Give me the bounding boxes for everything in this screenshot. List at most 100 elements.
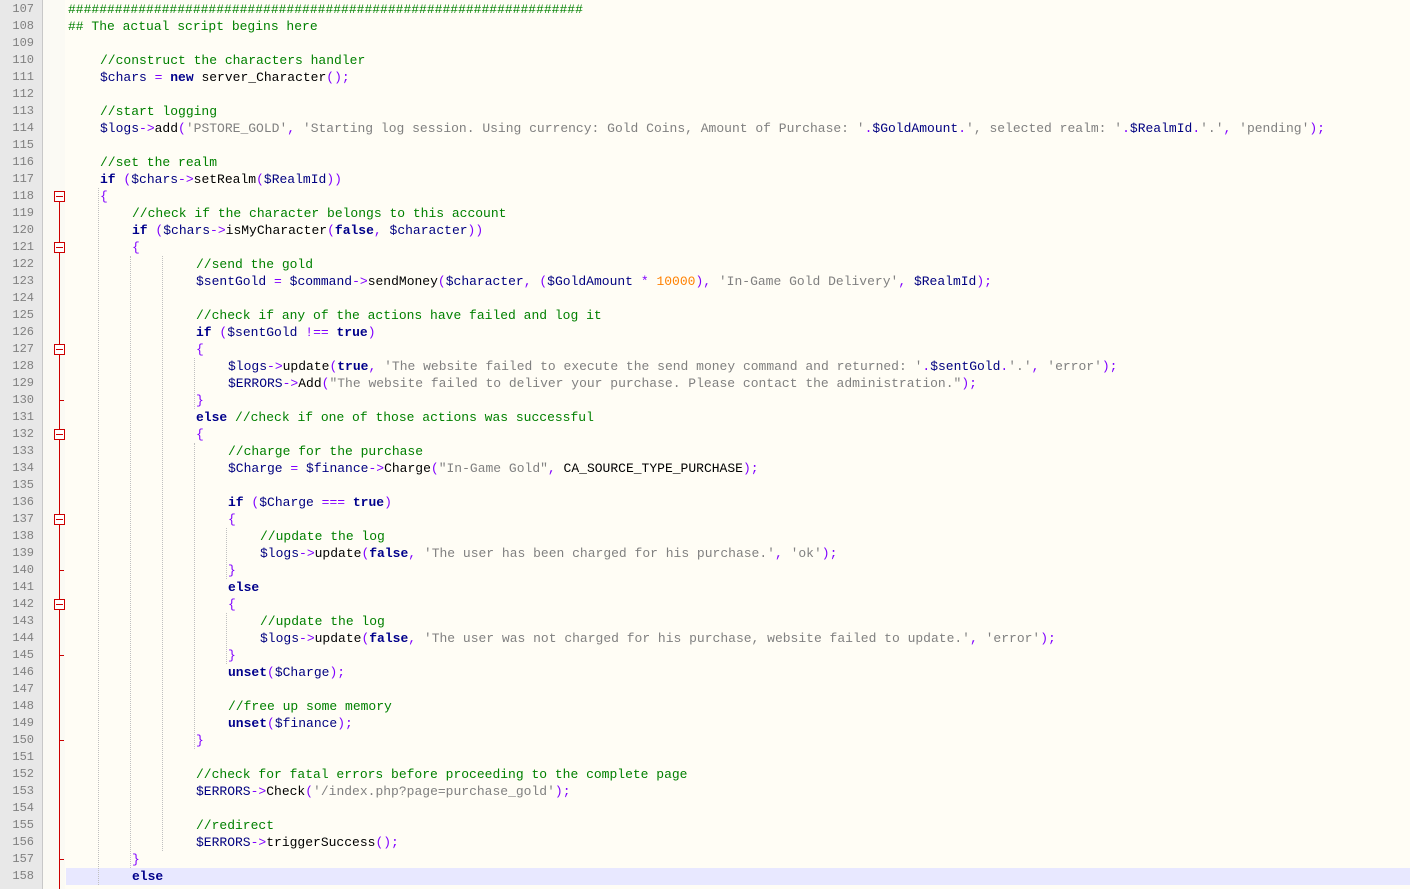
- code-line[interactable]: 150}: [0, 732, 1410, 749]
- code-line[interactable]: 157}: [0, 851, 1410, 868]
- code-line[interactable]: 145}: [0, 647, 1410, 664]
- line-number: 120: [12, 223, 34, 237]
- code-line[interactable]: 133 //charge for the purchase: [0, 443, 1410, 460]
- code-line[interactable]: 147: [0, 681, 1410, 698]
- code-line[interactable]: 146 unset($Charge);: [0, 664, 1410, 681]
- line-number: 134: [12, 461, 34, 475]
- code-line[interactable]: 129 $ERRORS->Add("The website failed to d…: [0, 375, 1410, 392]
- code-line[interactable]: 131 else //check if one of those actions …: [0, 409, 1410, 426]
- keyword-token: else: [228, 580, 260, 595]
- code-line[interactable]: 155 //redirect: [0, 817, 1410, 834]
- code-line[interactable]: 113 //start logging: [0, 103, 1410, 120]
- fold-collapse-icon[interactable]: [54, 429, 65, 440]
- code-line[interactable]: 139 $logs->update(false, 'The user has be…: [0, 545, 1410, 562]
- operator-token: {: [100, 189, 108, 204]
- keyword-token: false: [369, 631, 409, 646]
- code-line[interactable]: 124: [0, 290, 1410, 307]
- code-line[interactable]: 126 if ($sentGold !== true): [0, 324, 1410, 341]
- line-number: 111: [12, 70, 34, 84]
- line-number: 137: [12, 512, 34, 526]
- code-line[interactable]: 128 $logs->update(true, 'The website fail…: [0, 358, 1410, 375]
- comment-token: //redirect: [196, 818, 275, 833]
- code-line[interactable]: 120 if ($chars->isMyCharacter(false, $cha…: [0, 222, 1410, 239]
- code-line[interactable]: 142 {: [0, 596, 1410, 613]
- code-line[interactable]: 112: [0, 86, 1410, 103]
- string-token: 'error': [1047, 359, 1102, 374]
- code-line[interactable]: 151: [0, 749, 1410, 766]
- code-line[interactable]: 116 //set the realm: [0, 154, 1410, 171]
- code-line[interactable]: 144 $logs->update(false, 'The user was no…: [0, 630, 1410, 647]
- code-line[interactable]: 152 //check for fatal errors before proce…: [0, 766, 1410, 783]
- code-line[interactable]: 125 //check if any of the actions have fa…: [0, 307, 1410, 324]
- code-line[interactable]: 158 else: [12, 868, 1410, 885]
- fold-collapse-icon[interactable]: [54, 514, 65, 525]
- line-code: //start logging: [100, 103, 217, 120]
- line-code: //free up some memory: [228, 698, 392, 715]
- line-number: 141: [12, 580, 34, 594]
- code-line[interactable]: 140}: [0, 562, 1410, 579]
- code-line[interactable]: 141 else: [0, 579, 1410, 596]
- fold-collapse-icon[interactable]: [54, 599, 65, 610]
- code-line[interactable]: 114 $logs->add('PSTORE_GOLD', 'Starting l…: [0, 120, 1410, 137]
- keyword-token: else: [132, 869, 164, 884]
- code-line[interactable]: 132 {: [0, 426, 1410, 443]
- keyword-token: true: [352, 495, 385, 510]
- code-line[interactable]: 153 $ERRORS->Check('/index.php?page=purch…: [0, 783, 1410, 800]
- code-line[interactable]: 118 {: [0, 188, 1410, 205]
- code-line[interactable]: 117 if ($chars->setRealm($RealmId)): [0, 171, 1410, 188]
- code-token: server_Character: [193, 70, 327, 85]
- code-line[interactable]: 134 $Charge = $finance->Charge("In-Game G…: [0, 460, 1410, 477]
- code-line[interactable]: 154: [0, 800, 1410, 817]
- line-number: 124: [12, 291, 34, 305]
- code-line[interactable]: 149 unset($finance);: [0, 715, 1410, 732]
- code-line[interactable]: 135: [0, 477, 1410, 494]
- keyword-token: true: [336, 325, 368, 340]
- operator-token: (: [539, 274, 548, 289]
- code-line[interactable]: 119 //check if the character belongs to t…: [0, 205, 1410, 222]
- line-number: 143: [12, 614, 34, 628]
- variable-token: $logs: [260, 631, 300, 646]
- line-number: 115: [12, 138, 34, 152]
- code-line[interactable]: 138 //update the log: [0, 528, 1410, 545]
- fold-collapse-icon[interactable]: [54, 191, 65, 202]
- code-line[interactable]: 148 //free up some memory: [0, 698, 1410, 715]
- code-line[interactable]: 108 ## The actual script begins here: [0, 18, 1410, 35]
- code-line[interactable]: 156 $ERRORS->triggerSuccess();: [0, 834, 1410, 851]
- line-code: }: [228, 562, 236, 579]
- code-line[interactable]: 111 $chars = new server_Character();: [0, 69, 1410, 86]
- code-line[interactable]: 136 if ($Charge === true): [0, 494, 1410, 511]
- comment-token: //start logging: [100, 104, 218, 119]
- line-number: 114: [12, 121, 34, 135]
- indent-guide: [226, 613, 227, 664]
- code-line[interactable]: 122 //send the gold: [0, 256, 1410, 273]
- operator-token: (: [256, 172, 264, 187]
- code-line[interactable]: 109: [0, 35, 1410, 52]
- code-line[interactable]: 137 {: [0, 511, 1410, 528]
- code-line[interactable]: 115: [0, 137, 1410, 154]
- fold-collapse-icon[interactable]: [54, 242, 65, 253]
- line-code: {: [100, 188, 108, 205]
- code-editor[interactable]: 107 #####################################…: [0, 0, 1410, 889]
- fold-range-line: [59, 196, 60, 889]
- code-line[interactable]: 130}: [0, 392, 1410, 409]
- code-line[interactable]: 107 #####################################…: [0, 1, 1410, 18]
- number-token: 10000: [656, 274, 696, 289]
- line-code: if ($sentGold !== true): [196, 324, 376, 341]
- code-line[interactable]: 143 //update the log: [0, 613, 1410, 630]
- line-number: 116: [12, 155, 34, 169]
- code-line[interactable]: 123 $sentGold = $command->sendMoney($char…: [0, 273, 1410, 290]
- line-number: 129: [12, 376, 34, 390]
- comment-token: //update the log: [260, 614, 385, 629]
- keyword-token: else: [196, 410, 228, 425]
- line-code: $logs->update(false, 'The user was not c…: [260, 630, 1056, 647]
- line-code: //check for fatal errors before proceedi…: [196, 766, 687, 783]
- code-line[interactable]: 121 {: [0, 239, 1410, 256]
- code-line[interactable]: 110 //construct the characters handler: [0, 52, 1410, 69]
- keyword-token: new: [170, 70, 194, 85]
- operator-token: );: [821, 546, 838, 561]
- fold-collapse-icon[interactable]: [54, 344, 65, 355]
- code-line[interactable]: 127 {: [0, 341, 1410, 358]
